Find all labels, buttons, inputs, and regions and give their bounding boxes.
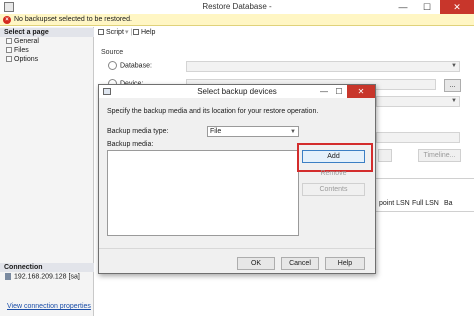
chevron-down-icon: ▼ [451,63,457,69]
media-type-select[interactable]: File ▼ [207,126,299,137]
maximize-button[interactable]: ☐ [416,0,438,14]
view-connection-properties-link[interactable]: View connection properties [7,303,91,310]
add-button[interactable]: Add [302,150,365,163]
source-label: Source [101,49,124,56]
unknown-button[interactable] [378,149,392,162]
toolbar: Script ▾ | Help [95,27,474,38]
column-full-lsn: Full LSN [412,200,439,207]
contents-button[interactable]: Contents [302,183,365,196]
left-pane: Select a page General Files Options Conn… [0,27,94,316]
page-icon [6,56,12,63]
media-label: Backup media: [107,141,154,148]
dialog-description: Specify the backup media and its locatio… [107,108,319,115]
server-connection: 192.168.209.128 [sa] [5,273,80,280]
error-icon: × [3,16,11,24]
dialog-maximize-button[interactable]: ☐ [332,85,346,98]
help-icon [133,29,139,36]
select-page-header: Select a page [0,28,94,37]
ok-button[interactable]: OK [237,257,275,270]
database-dest-select[interactable]: ▼ [376,96,460,107]
dialog-titlebar: Select backup devices — ☐ ✕ [99,85,375,98]
page-item-options[interactable]: Options [6,56,38,63]
column-point-lsn: point LSN [379,200,410,207]
close-button[interactable]: ✕ [440,0,474,14]
media-type-label: Backup media type: [107,128,169,135]
page-item-general[interactable]: General [6,38,39,45]
remove-button[interactable]: Remove [302,167,365,180]
server-icon [5,273,11,280]
database-select[interactable]: ▼ [186,61,460,72]
help-button-dialog[interactable]: Help [325,257,365,270]
backup-media-list[interactable] [107,150,299,236]
restore-to-field [376,132,460,143]
chevron-down-icon: ▼ [451,98,457,104]
database-option[interactable]: Database: [108,61,152,70]
script-icon [98,29,104,36]
warning-text: No backupset selected to be restored. [14,16,132,23]
timeline-button[interactable]: Timeline... [418,149,461,162]
warning-bar: × No backupset selected to be restored. [0,14,474,26]
minimize-button[interactable]: — [392,0,414,14]
help-button[interactable]: Help [133,29,155,36]
browse-button[interactable]: ... [444,79,461,92]
dialog-close-button[interactable]: ✕ [347,85,375,98]
page-icon [6,47,12,54]
column-backup: Ba [444,200,453,207]
select-backup-devices-dialog: Select backup devices — ☐ ✕ Specify the … [98,84,376,274]
page-item-files[interactable]: Files [6,47,29,54]
dialog-minimize-button[interactable]: — [317,85,331,98]
cancel-button[interactable]: Cancel [281,257,319,270]
database-radio[interactable] [108,61,117,70]
page-icon [6,38,12,45]
chevron-down-icon: ▼ [290,129,296,135]
connection-header: Connection [0,263,94,272]
script-button[interactable]: Script [98,29,124,36]
window-titlebar: Restore Database - — ☐ ✕ [0,0,474,14]
